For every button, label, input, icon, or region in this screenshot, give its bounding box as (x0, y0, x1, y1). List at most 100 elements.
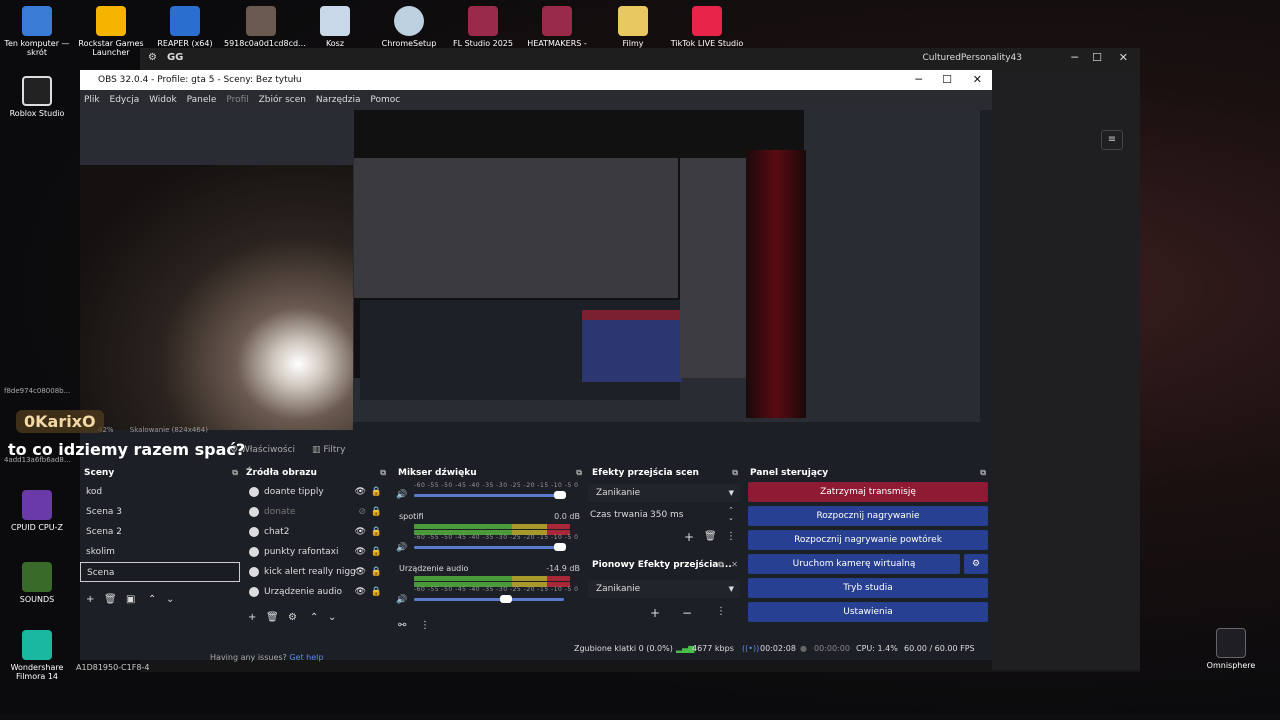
desktop-icon-computer[interactable]: Ten komputer — skrót (0, 6, 74, 57)
volume-knob[interactable] (500, 595, 512, 603)
start-recording-button[interactable]: Rozpocznij nagrywanie (748, 506, 988, 526)
scene-item[interactable]: Scena 3 (80, 502, 240, 522)
move-down-icon[interactable]: ⌄ (166, 594, 174, 605)
source-item[interactable]: donate ⊘ 🔒 (246, 502, 388, 522)
obs-preview[interactable] (80, 110, 980, 430)
lock-icon[interactable]: 🔒 (371, 502, 382, 522)
stop-streaming-button[interactable]: Zatrzymaj transmisję (748, 482, 988, 502)
add-transition-icon[interactable]: + (650, 606, 660, 620)
add-transition-icon[interactable]: + (684, 530, 694, 544)
desktop-icon-omnisphere[interactable]: Omnisphere (1194, 628, 1268, 670)
menu-narzedzia[interactable]: Narzędzia (316, 95, 361, 105)
dock-popout-icon[interactable]: ⧉ (576, 468, 582, 478)
scaling-info[interactable]: Skalowanie (824x464) (130, 426, 208, 434)
move-up-icon[interactable]: ⌃ (310, 612, 318, 623)
stepper-arrows-icon[interactable]: ⌃ ⌄ (728, 506, 734, 522)
visibility-eye-icon[interactable]: 👁 (355, 582, 366, 602)
mixer-more-icon[interactable]: ⋮ (420, 620, 430, 631)
lock-icon[interactable]: 🔒 (371, 522, 382, 542)
visibility-eye-icon[interactable]: 👁 (355, 522, 366, 542)
source-settings-icon[interactable]: ⚙ (288, 612, 297, 623)
get-help-link[interactable]: Get help (289, 653, 323, 662)
desktop-icon-cpuz[interactable]: CPUID CPU-Z (0, 490, 74, 532)
hamburger-menu-button[interactable]: ≡ (1101, 130, 1123, 150)
menu-profil[interactable]: Profil (226, 95, 248, 105)
visibility-eye-icon[interactable]: 👁 (355, 562, 366, 582)
dock-popout-icon[interactable]: ⧉ (718, 560, 724, 570)
remove-transition-icon[interactable]: 🗑 (704, 531, 717, 542)
close-icon[interactable]: ✕ (1119, 51, 1128, 64)
tab-filters[interactable]: ▥ Filtry (312, 445, 345, 455)
menu-pomoc[interactable]: Pomoc (370, 95, 400, 105)
desktop-icon-heatmakers[interactable]: HEATMAKERS - (520, 6, 594, 48)
source-item[interactable]: Urządzenie audio 👁 🔒 (246, 582, 388, 602)
scene-item-selected[interactable]: Scena (80, 562, 240, 582)
remove-source-icon[interactable]: 🗑 (266, 612, 279, 623)
volume-slider[interactable] (414, 491, 566, 499)
visibility-eye-icon[interactable]: 👁 (355, 542, 366, 562)
dock-popout-icon[interactable]: ⧉ (380, 468, 386, 478)
visibility-eye-icon[interactable]: 👁 (355, 482, 366, 502)
desktop-icon-sounds[interactable]: SOUNDS (0, 562, 74, 604)
duration-input[interactable]: 350 ms (650, 510, 684, 520)
desktop-icon-recycle-bin[interactable]: Kosz (298, 6, 372, 48)
dock-popout-icon[interactable]: ⧉ (732, 468, 738, 478)
start-replay-buffer-button[interactable]: Rozpocznij nagrywanie powtórek (748, 530, 988, 550)
scene-filters-icon[interactable]: ▣ (126, 594, 135, 605)
obs-close-icon[interactable]: ✕ (973, 70, 982, 90)
menu-plik[interactable]: Plik (84, 95, 100, 105)
scene-item[interactable]: skolim (80, 542, 240, 562)
obs-minimize-icon[interactable]: ─ (915, 70, 922, 90)
source-item[interactable]: punkty rafontaxi 👁 🔒 (246, 542, 388, 562)
volume-slider[interactable] (414, 595, 564, 603)
desktop-icon-image[interactable]: 5918c0a0d1cd8cd... (224, 6, 306, 48)
obs-maximize-icon[interactable]: ☐ (942, 70, 952, 90)
vertical-transition-select[interactable]: Zanikanie ▼ (588, 580, 740, 598)
desktop-icon-filmora[interactable]: Wondershare Filmora 14 (0, 630, 74, 681)
virtual-camera-settings-button[interactable]: ⚙ (964, 554, 988, 574)
speaker-icon[interactable]: 🔊 (396, 490, 407, 500)
source-item[interactable]: doante tipply 👁 🔒 (246, 482, 388, 502)
desktop-icon-chromesetup[interactable]: ChromeSetup (372, 6, 446, 48)
add-scene-icon[interactable]: + (86, 594, 94, 605)
desktop-icon-roblox[interactable]: Roblox Studio (0, 76, 74, 118)
transition-more-icon[interactable]: ⋮ (726, 531, 736, 542)
remove-transition-icon[interactable]: − (682, 606, 692, 620)
minimize-icon[interactable]: ─ (1071, 51, 1078, 64)
mixer-link-icon[interactable]: ⚯ (398, 620, 406, 631)
move-up-icon[interactable]: ⌃ (148, 594, 156, 605)
desktop-icon-rockstar[interactable]: Rockstar Games Launcher (74, 6, 148, 57)
transition-more-icon[interactable]: ⋮ (716, 606, 726, 617)
dock-close-icon[interactable]: ✕ (731, 560, 738, 569)
add-source-icon[interactable]: + (248, 612, 256, 623)
move-down-icon[interactable]: ⌄ (328, 612, 336, 623)
dock-popout-icon[interactable]: ⧉ (980, 468, 986, 478)
speaker-icon[interactable]: 🔊 (396, 543, 407, 553)
transition-select[interactable]: Zanikanie ▼ (588, 484, 740, 502)
desktop-icon-filmy[interactable]: Filmy (596, 6, 670, 48)
volume-slider[interactable] (414, 543, 566, 551)
hidden-eye-icon[interactable]: ⊘ (358, 502, 366, 522)
scene-item[interactable]: Scena 2 (80, 522, 240, 542)
volume-knob[interactable] (554, 543, 566, 551)
menu-widok[interactable]: Widok (149, 95, 177, 105)
lock-icon[interactable]: 🔒 (371, 482, 382, 502)
source-item[interactable]: chat2 👁 🔒 (246, 522, 388, 542)
remove-scene-icon[interactable]: 🗑 (104, 594, 117, 605)
lock-icon[interactable]: 🔒 (371, 562, 382, 582)
menu-zbior-scen[interactable]: Zbiór scen (259, 95, 306, 105)
studio-mode-button[interactable]: Tryb studia (748, 578, 988, 598)
source-item[interactable]: kick alert really nigg 👁 🔒 (246, 562, 388, 582)
lock-icon[interactable]: 🔒 (371, 582, 382, 602)
speaker-icon[interactable]: 🔊 (396, 595, 407, 605)
scene-item[interactable]: kod (80, 482, 240, 502)
menu-edycja[interactable]: Edycja (110, 95, 140, 105)
lock-icon[interactable]: 🔒 (371, 542, 382, 562)
maximize-icon[interactable]: ☐ (1092, 51, 1102, 64)
desktop-icon-flstudio[interactable]: FL Studio 2025 (446, 6, 520, 48)
desktop-icon-reaper[interactable]: REAPER (x64) (148, 6, 222, 48)
volume-knob[interactable] (554, 491, 566, 499)
start-virtual-camera-button[interactable]: Uruchom kamerę wirtualną (748, 554, 960, 574)
menu-panele[interactable]: Panele (187, 95, 217, 105)
dock-popout-icon[interactable]: ⧉ (232, 468, 238, 478)
